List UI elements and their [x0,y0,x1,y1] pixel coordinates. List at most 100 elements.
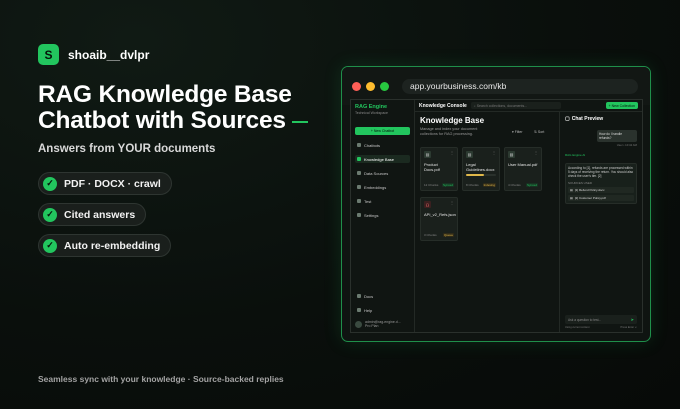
brand-name: shoaib__dvlpr [68,47,150,62]
sidebar-item-knowledge-base[interactable]: Knowledge Base [355,155,410,163]
status-badge: Queue [442,233,454,237]
sidebar-item-embeddings[interactable]: Embeddings [355,183,410,191]
user-plan: Pro Plan [365,324,379,328]
document-meta: 3 Chunks [424,233,437,237]
search-input[interactable]: ⌕ Search collections, documents... [470,102,561,109]
headline-line-1: RAG Knowledge Base [38,81,292,108]
accent-dash [291,120,308,123]
feature-label: Cited answers [64,208,136,221]
document-card[interactable]: ▤ ⋮ Legal Guidelines.docx 8 Chunks Index… [462,147,500,191]
sidebar-item-docs[interactable]: Docs [355,292,410,300]
sidebar-item-settings[interactable]: Settings [355,211,410,219]
document-grid: ▤ ⋮ Product Docs.pdf 12 Chunks Synced ▤ … [420,147,554,241]
sources-label: SOURCES USED [568,181,593,185]
headline-line-2: Chatbot with Sources [38,108,308,134]
document-name: API_v2_Refs.json [424,212,456,217]
headline-line-2-text: Chatbot with Sources [38,107,286,134]
feature-pill: ✓ Auto re-embedding [38,234,172,257]
document-icon: ▤ [466,151,473,158]
source-label: [2] Customer Policy.pdf [574,196,606,200]
filter-label: Filter [514,130,523,134]
bot-name: RAG Engine AI [565,153,586,157]
document-card[interactable]: ▤ ⋮ Product Docs.pdf 12 Chunks Synced [420,147,458,191]
sort-button[interactable]: ⇅ Sort [534,130,544,134]
database-icon [357,157,361,161]
new-chatbot-button[interactable]: + New Chatbot [355,127,410,135]
code-file-icon: {} [424,201,431,208]
brand-logo-icon: S [38,44,59,65]
main-area: Knowledge Console ⌕ Search collections, … [415,100,642,332]
user-message-meta: User • 10:42 AM [616,143,637,147]
sidebar-bottom: Docs Help admin@rag-engine.d... Pro Plan [355,286,410,328]
document-card[interactable]: ▤ ⋮ User Manual.pdf 4 Chunks Synced [504,147,542,191]
sidebar-item-label: Knowledge Base [364,156,395,162]
indexing-progress-fill [466,174,484,176]
url-bar[interactable]: app.yourbusiness.com/kb [402,78,638,94]
knowledge-base-panel: Knowledge Base Manage and index your doc… [415,112,560,332]
search-placeholder: Search collections, documents... [476,103,528,108]
sidebar-item-data-sources[interactable]: Data Sources [355,169,410,177]
app-frame: RAG Engine Technical Workspace + New Cha… [350,99,643,333]
close-dot-icon[interactable] [352,81,361,91]
topbar: Knowledge Console ⌕ Search collections, … [415,100,642,112]
document-name: Legal Guidelines.docx [466,162,495,172]
sidebar-item-chatbots[interactable]: Chatbots [355,141,410,149]
chat-input[interactable]: Ask a question to test... ➤ [565,315,637,324]
minimize-dot-icon[interactable] [366,81,375,91]
sidebar-item-label: Settings [364,212,379,218]
help-icon [357,308,361,312]
sidebar-item-help[interactable]: Help [355,306,410,314]
status-badge: Synced [525,183,538,187]
sidebar-title: RAG Engine [355,104,388,110]
sidebar-item-label: Docs [364,293,374,299]
indexing-progress [466,174,496,176]
more-icon[interactable]: ⋮ [534,150,538,155]
content: Knowledge Base Manage and index your doc… [415,112,642,332]
feature-label: Auto re-embedding [64,239,161,252]
browser-window: app.yourbusiness.com/kb RAG Engine Techn… [341,66,651,342]
headline: RAG Knowledge Base Chatbot with Sources [38,82,308,134]
user-profile[interactable]: admin@rag-engine.d... Pro Plan [355,320,410,328]
kb-description: Manage and index your document collectio… [420,127,478,136]
bot-message-text: According to [1], refunds are processed … [568,166,634,178]
sidebar-item-label: Test [364,198,372,204]
embedding-icon [357,185,361,189]
kb-title: Knowledge Base [420,116,485,125]
sidebar-subtitle: Technical Workspace [355,111,389,115]
sidebar-item-test[interactable]: Test [355,197,410,205]
gear-icon [357,213,361,217]
source-label: [1] Refund Policy.docx [574,188,605,192]
source-chip[interactable]: ▤ [2] Customer Policy.pdf [568,195,634,201]
subheadline: Answers from YOUR documents [38,143,216,155]
sidebar: RAG Engine Technical Workspace + New Cha… [351,100,415,332]
source-chip[interactable]: ▤ [1] Refund Policy.docx [568,187,634,193]
sidebar-item-label: Embeddings [364,184,387,190]
maximize-dot-icon[interactable] [380,81,389,91]
file-icon: ▤ [570,188,573,192]
more-icon[interactable]: ⋮ [450,150,454,155]
more-icon[interactable]: ⋮ [450,200,454,205]
test-icon [357,199,361,203]
sort-label: Sort [537,130,545,134]
chat-preview-header: ▢ Chat Preview [565,116,637,122]
document-name: Product Docs.pdf [424,162,440,172]
document-meta: 4 Chunks [508,183,521,187]
file-icon: ▤ [570,196,573,200]
docs-icon [357,294,361,298]
send-icon[interactable]: ➤ [631,317,634,322]
more-icon[interactable]: ⋮ [492,150,496,155]
filter-button[interactable]: ▾ Filter [512,130,523,134]
document-icon: ▤ [508,151,515,158]
chat-footer-left: Using current context [565,326,590,329]
feature-pill: ✓ Cited answers [38,203,147,226]
user-info: admin@rag-engine.d... Pro Plan [365,320,401,328]
bot-message: According to [1], refunds are processed … [565,163,637,204]
document-icon: ▤ [424,151,431,158]
document-card[interactable]: {} ⋮ API_v2_Refs.json 3 Chunks Queue [420,197,458,241]
new-collection-button[interactable]: + New Collection [605,102,638,109]
chat-bubble-icon: ▢ [565,116,570,122]
source-icon [357,171,361,175]
check-icon: ✓ [43,238,57,253]
user-message: How do I handle refunds? [597,130,637,142]
document-meta: 12 Chunks [424,183,439,187]
